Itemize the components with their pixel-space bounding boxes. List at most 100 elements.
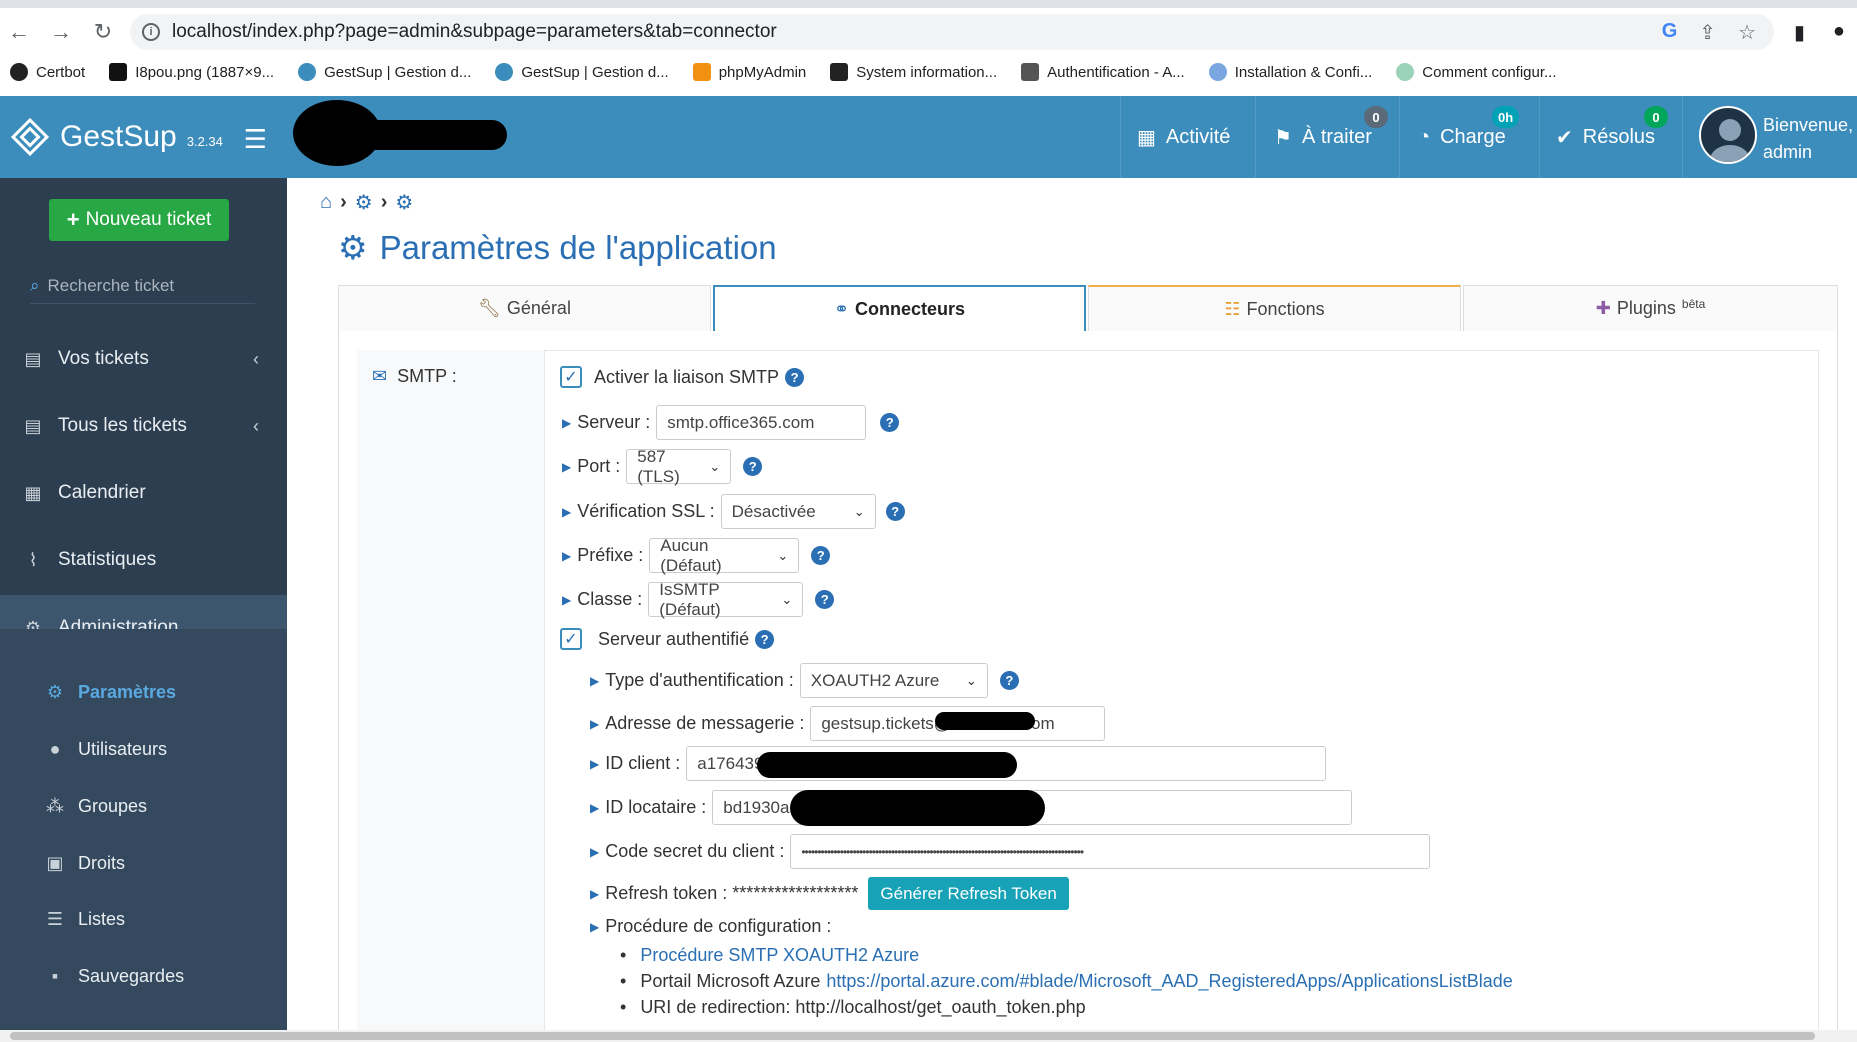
tab-fonctions[interactable]: ☷ Fonctions xyxy=(1088,285,1461,331)
help-icon[interactable]: ? xyxy=(880,413,900,432)
auth-icon xyxy=(1021,63,1040,81)
class-select[interactable]: IsSMTP (Défaut) ⌄ xyxy=(648,580,804,619)
bookmark-comment-configurer[interactable]: Comment configur... xyxy=(1396,63,1557,81)
bookmark-certbot[interactable]: Certbot xyxy=(10,63,85,81)
bookmark-authentification[interactable]: Authentification - A... xyxy=(1021,63,1185,81)
prefix-select[interactable]: Aucun (Défaut) ⌄ xyxy=(649,536,800,575)
sidebar-subitem-parametres[interactable]: ⚙ Paramètres xyxy=(44,672,176,712)
menu-toggle-icon[interactable]: ☰ xyxy=(244,124,267,155)
gestsup-icon xyxy=(298,63,317,81)
help-icon[interactable]: ? xyxy=(885,502,905,521)
ticket-icon: ▤ xyxy=(24,415,42,436)
enable-smtp-checkbox[interactable]: ✓ xyxy=(560,366,582,388)
puzzle-icon: ✚ xyxy=(1595,298,1611,318)
gear-icon: ⚙ xyxy=(46,681,64,702)
port-select[interactable]: 587 (TLS) ⌄ xyxy=(626,447,732,486)
row-server: ▶ Serveur : smtp.office365.com ? xyxy=(562,405,900,440)
bookmark-installation[interactable]: Installation & Confi... xyxy=(1208,63,1372,81)
help-icon[interactable]: ? xyxy=(999,671,1019,690)
sidebar-item-tous-les-tickets[interactable]: ▤ Tous les tickets ‹ xyxy=(0,393,287,459)
help-icon[interactable]: ? xyxy=(811,546,831,565)
chevron-down-icon: ⌄ xyxy=(965,672,977,688)
scrollbar-thumb[interactable] xyxy=(10,1032,1815,1040)
caret-right-icon: ▶ xyxy=(562,548,572,563)
help-icon[interactable]: ? xyxy=(743,457,763,476)
azure-portal-link[interactable]: https://portal.azure.com/#blade/Microsof… xyxy=(826,971,1512,992)
sidebar-item-vos-tickets[interactable]: ▤ Vos tickets ‹ xyxy=(0,326,287,392)
help-icon[interactable]: ? xyxy=(755,629,775,649)
row-class: ▶ Classe : IsSMTP (Défaut) ⌄ ? xyxy=(562,580,835,619)
nav-resolus[interactable]: ✔ Résolus 0 xyxy=(1539,96,1682,178)
brand-version: 3.2.34 xyxy=(186,133,223,149)
avatar[interactable] xyxy=(1699,106,1757,164)
auth-server-checkbox[interactable]: ✓ xyxy=(560,628,582,650)
help-icon[interactable]: ? xyxy=(815,590,835,609)
sidebar-item-statistiques[interactable]: ⌇ Statistiques xyxy=(0,527,287,593)
nav-a-traiter[interactable]: ⚑ À traiter 0 xyxy=(1255,96,1399,178)
share-icon[interactable]: ⇪ xyxy=(1699,20,1716,45)
sidebar-subitem-groupes[interactable]: ⁂ Groupes xyxy=(44,786,147,826)
site-info-icon[interactable]: i xyxy=(142,23,160,41)
tab-plugins[interactable]: ✚ Plugins bêta xyxy=(1463,285,1838,331)
profile-icon[interactable]: ● xyxy=(1833,20,1845,45)
redaction-mark xyxy=(757,752,1017,778)
nav-activite[interactable]: ▦ Activité xyxy=(1120,96,1255,178)
ssl-select[interactable]: Désactivée ⌄ xyxy=(720,494,876,529)
phpmyadmin-icon xyxy=(692,63,711,81)
row-prefix: ▶ Préfixe : Aucun (Défaut) ⌄ ? xyxy=(562,536,831,575)
home-icon[interactable]: ⌂ xyxy=(320,191,332,214)
side-panel-icon[interactable]: ▮ xyxy=(1794,20,1805,45)
forward-icon[interactable]: → xyxy=(46,17,76,47)
horizontal-scrollbar[interactable] xyxy=(0,1030,1857,1042)
bookmark-system-info[interactable]: System information... xyxy=(830,63,997,81)
reload-icon[interactable]: ↻ xyxy=(88,17,118,47)
sidebar-subitem-utilisateurs[interactable]: ● Utilisateurs xyxy=(44,729,167,769)
generate-refresh-token-button[interactable]: Générer Refresh Token xyxy=(868,877,1069,910)
chevron-down-icon: ⌄ xyxy=(853,503,865,519)
star-icon[interactable]: ☆ xyxy=(1738,20,1756,45)
sidebar-item-calendrier[interactable]: ▦ Calendrier xyxy=(0,460,287,526)
sidebar-subitem-listes[interactable]: ☰ Listes xyxy=(44,899,125,939)
nav-charge[interactable]: ◔ Charge 0h xyxy=(1399,96,1539,178)
user-icon: ● xyxy=(49,738,61,759)
new-ticket-button[interactable]: + Nouveau ticket xyxy=(49,199,229,241)
tab-connecteurs[interactable]: ⚭ Connecteurs xyxy=(713,285,1086,331)
caret-right-icon: ▶ xyxy=(562,415,572,430)
save-icon: ▪ xyxy=(51,965,59,986)
gear-icon[interactable]: ⚙ xyxy=(395,190,413,215)
plus-icon: + xyxy=(66,207,80,232)
gauge-icon: ◔ xyxy=(1418,125,1431,148)
bookmark-phpmyadmin[interactable]: phpMyAdmin xyxy=(692,63,806,81)
address-bar[interactable]: i localhost/index.php?page=admin&subpage… xyxy=(130,14,1774,50)
flag-icon: ⚑ xyxy=(1274,126,1292,149)
chevron-left-icon: ‹ xyxy=(253,415,259,436)
charge-badge: 0h xyxy=(1492,106,1520,128)
breadcrumb-separator-icon: › xyxy=(380,191,388,213)
procedure-link[interactable]: Procédure SMTP XOAUTH2 Azure xyxy=(640,945,919,966)
bookmark-gestsup-1[interactable]: GestSup | Gestion d... xyxy=(298,63,471,81)
procedure-list: Procédure SMTP XOAUTH2 Azure Portail Mic… xyxy=(620,942,1512,1020)
link-icon xyxy=(1396,63,1415,81)
server-input[interactable]: smtp.office365.com xyxy=(656,405,867,440)
google-icon[interactable]: G xyxy=(1662,20,1678,45)
help-icon[interactable]: ? xyxy=(785,367,805,387)
client-secret-input[interactable]: ••••••••••••••••••••••••••••••••••••••••… xyxy=(790,834,1431,869)
tab-general[interactable]: 🔧︎ Général xyxy=(338,285,711,331)
sidebar-subitem-droits[interactable]: ▣ Droits xyxy=(44,843,125,883)
gestsup-logo-icon[interactable] xyxy=(8,115,52,159)
row-procedure: ▶ Procédure de configuration : xyxy=(590,916,832,936)
sysinfo-icon xyxy=(830,63,849,81)
brand-name: GestSup xyxy=(60,120,177,153)
auth-type-select[interactable]: XOAUTH2 Azure ⌄ xyxy=(799,663,988,698)
cogs-icon[interactable]: ⚙ xyxy=(355,190,373,215)
caret-right-icon: ▶ xyxy=(590,756,600,771)
a-traiter-badge: 0 xyxy=(1364,106,1388,128)
link-icon: ⚭ xyxy=(833,298,850,319)
caret-right-icon: ▶ xyxy=(590,800,600,815)
bookmark-gestsup-2[interactable]: GestSup | Gestion d... xyxy=(495,63,669,81)
bookmark-image[interactable]: I8pou.png (1887×9... xyxy=(109,63,274,81)
user-menu[interactable]: Bienvenue, admin xyxy=(1682,96,1857,178)
back-icon[interactable]: ← xyxy=(4,17,34,47)
search-ticket-field[interactable]: ⌕ Recherche ticket xyxy=(30,268,255,304)
sidebar-subitem-sauvegardes[interactable]: ▪ Sauvegardes xyxy=(44,956,184,996)
